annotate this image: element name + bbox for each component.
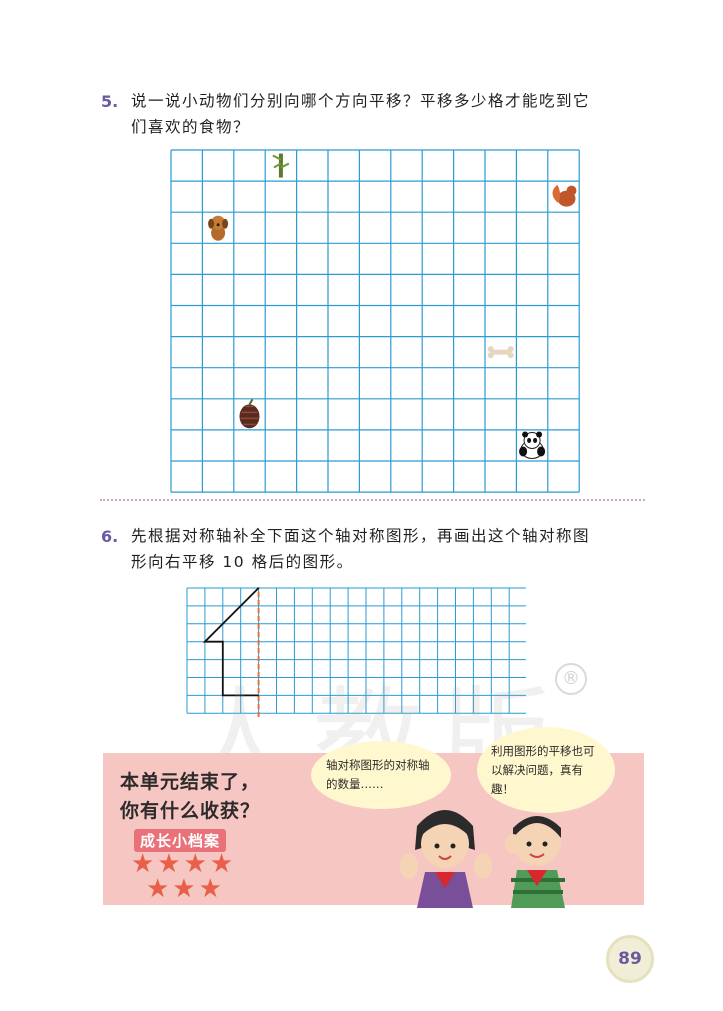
boy-figure [505, 816, 565, 908]
bamboo-icon [272, 153, 290, 178]
problem-6-line-1: 先根据对称轴补全下面这个轴对称图形，再画出这个轴对称图 [131, 527, 591, 545]
banner-line-2: 你有什么收获？ [120, 800, 261, 822]
speech-bubble-right-text: 利用图形的平移也可以解决问题，真有趣！ [491, 743, 595, 796]
bone-icon [487, 346, 514, 359]
problem-6-text: 先根据对称轴补全下面这个轴对称图形，再画出这个轴对称图 形向右平移 10 格后的… [131, 523, 590, 575]
section-divider [100, 499, 645, 501]
pinecone-icon [239, 398, 260, 429]
dog-icon [208, 215, 229, 241]
problem-5-number: 5. [101, 92, 119, 111]
problem-5-line-2: 们喜欢的食物？ [131, 118, 251, 136]
registered-mark-icon: ® [555, 663, 587, 695]
problem-5-line-1: 说一说小动物们分别向哪个方向平移？平移多少格才能吃到它 [131, 92, 591, 110]
squirrel-icon [552, 184, 577, 207]
banner-line-1: 本单元结束了， [120, 771, 261, 793]
stars-row-2: ★★★ [146, 874, 225, 904]
animal-grid [170, 149, 580, 493]
children-illustration [400, 810, 565, 908]
problem-6-number: 6. [101, 527, 119, 546]
speech-bubble-left: 轴对称图形的对称轴的数量…… [311, 741, 451, 809]
problem-6-line-2: 形向右平移 10 格后的图形。 [131, 553, 354, 571]
problem-5-text: 说一说小动物们分别向哪个方向平移？平移多少格才能吃到它 们喜欢的食物？ [131, 88, 590, 140]
speech-bubble-left-text: 轴对称图形的对称轴的数量…… [326, 758, 430, 791]
panda-icon [519, 431, 546, 459]
page-number-badge: 89 [606, 935, 654, 983]
girl-figure [400, 810, 492, 908]
